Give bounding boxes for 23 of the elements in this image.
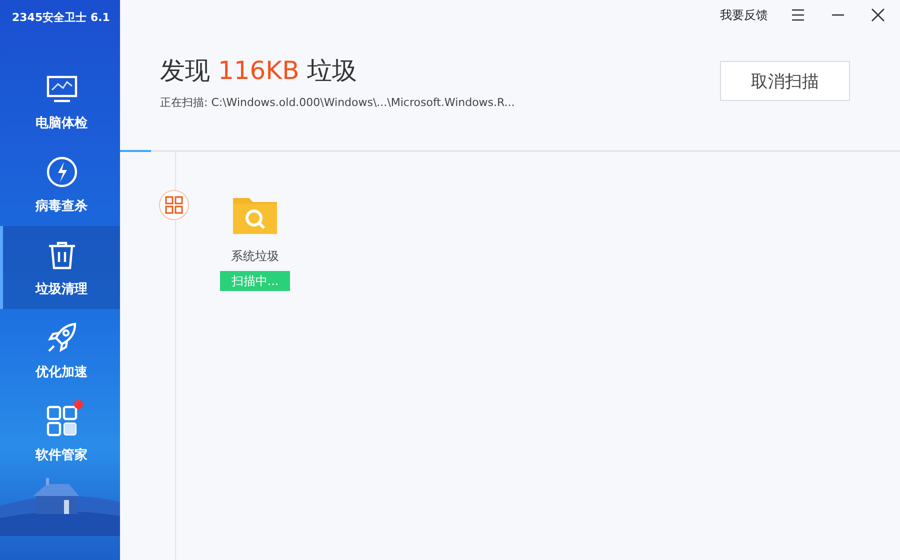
nav-item[interactable]: 垃圾清理 — [0, 226, 120, 309]
scanning-path: C:\Windows.old.000\Windows\...\Microsoft.Windows.R... — [211, 96, 515, 109]
cancel-scan-button[interactable]: 取消扫描 — [720, 61, 850, 101]
scanning-label: 正在扫描: — [160, 96, 208, 109]
category-grid-icon — [159, 190, 189, 220]
scan-status-badge: 扫描中... — [220, 271, 290, 291]
category-label: 系统垃圾 — [231, 248, 279, 265]
nav-label: 垃圾清理 — [36, 280, 88, 298]
close-icon — [871, 8, 885, 22]
nav-label: 优化加速 — [36, 364, 88, 380]
nav-item[interactable]: 优化加速 — [0, 309, 120, 392]
scan-result-title: 发现 116KB 垃圾 — [160, 55, 358, 87]
menu-icon — [791, 9, 805, 21]
feedback-link[interactable]: 我要反馈 — [720, 6, 768, 24]
nav-label: 电脑体检 — [36, 114, 88, 132]
apps-icon — [44, 404, 78, 438]
nav-label: 软件管家 — [36, 446, 88, 464]
app-title: 2345安全卫士 6.1 — [11, 10, 111, 26]
nav-label: 病毒查杀 — [36, 198, 88, 214]
nav-item[interactable]: 软件管家 — [0, 392, 120, 475]
lightning-icon — [44, 154, 78, 188]
nav-item[interactable]: 病毒查杀 — [0, 143, 120, 226]
nav-item[interactable]: 电脑体检 — [0, 60, 120, 143]
